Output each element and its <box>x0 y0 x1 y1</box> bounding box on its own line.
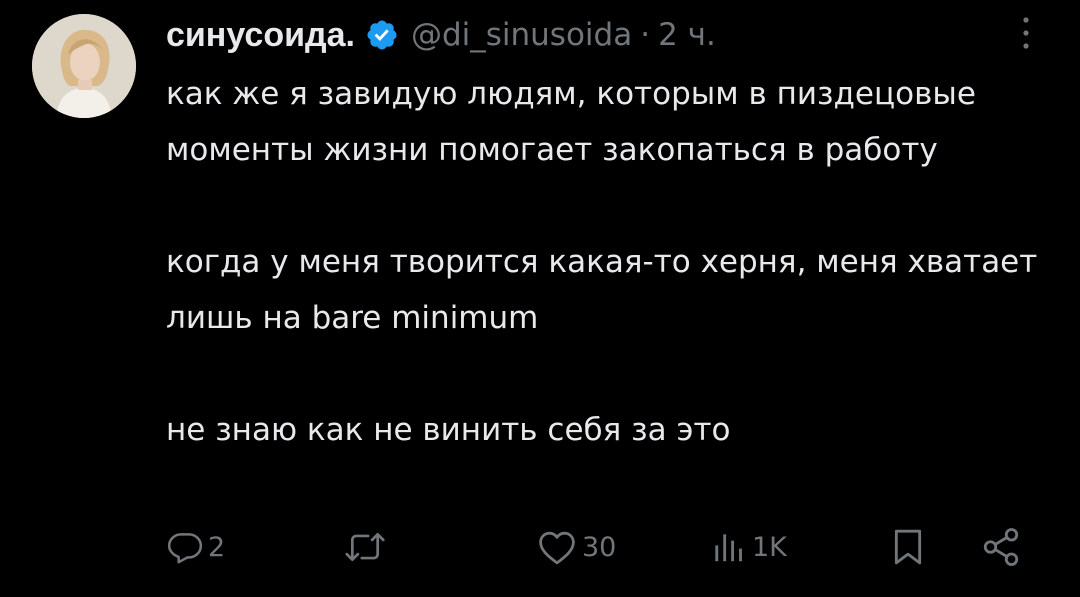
retweet-button[interactable] <box>342 528 388 566</box>
like-button[interactable]: 30 <box>536 528 616 566</box>
reply-bubble-icon <box>167 533 203 564</box>
tweet-paragraph: как же я завидую людям, которым в пиздец… <box>166 76 976 168</box>
display-name[interactable]: синусоида. <box>166 16 355 55</box>
share-button[interactable] <box>980 526 1022 568</box>
reply-button[interactable]: 2 <box>166 528 225 566</box>
share-icon <box>983 528 1019 566</box>
avatar[interactable] <box>32 14 136 118</box>
tweet-paragraph: когда у меня творится какая-то херня, ме… <box>166 244 1038 336</box>
tweet-text: как же я завидую людям, которым в пиздец… <box>166 66 1046 458</box>
verified-badge-icon <box>365 18 399 52</box>
avatar-photo <box>32 14 136 118</box>
bookmark-icon <box>894 529 922 565</box>
heart-icon <box>539 531 575 565</box>
views-button[interactable]: 1K <box>708 528 787 566</box>
tweet-timestamp[interactable]: 2 ч. <box>658 17 716 53</box>
views-count: 1K <box>752 531 787 563</box>
like-count: 30 <box>582 531 617 563</box>
reply-count: 2 <box>208 531 226 563</box>
separator-dot: · <box>640 17 651 53</box>
retweet-icon <box>345 532 385 562</box>
views-bar-chart-icon <box>715 534 742 562</box>
more-options-icon[interactable] <box>1018 14 1034 52</box>
user-handle[interactable]: @di_sinusoida <box>411 17 632 53</box>
tweet-paragraph: не знаю как не винить себя за это <box>166 412 731 448</box>
tweet-header: синусоида. @di_sinusoida · 2 ч. <box>166 10 716 60</box>
bookmark-button[interactable] <box>888 526 928 568</box>
